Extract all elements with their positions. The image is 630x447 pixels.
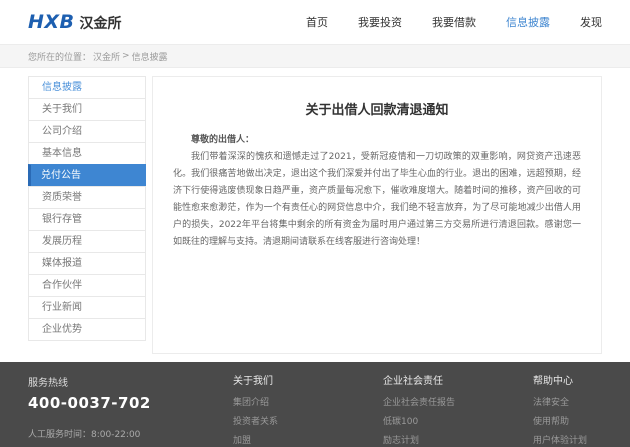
article-paragraph: 我们带着深深的愧疚和遗憾走过了2021，受新冠疫情和一刀切政策的双重影响，网贷资…	[173, 149, 581, 251]
footer-link-group-intro[interactable]: 集团介绍	[233, 395, 383, 408]
footer-column-csr: 企业社会责任 企业社会责任报告 低碳100 励志计划	[383, 372, 533, 447]
nav-item-discover[interactable]: 发现	[580, 14, 602, 30]
logo[interactable]: HXB 汉金所	[28, 11, 122, 33]
footer-link-csr-report[interactable]: 企业社会责任报告	[383, 395, 533, 408]
sidebar: 信息披露 关于我们 公司介绍 基本信息 兑付公告 资质荣誉 银行存管 发展历程 …	[28, 76, 146, 354]
sidebar-item-disclosure[interactable]: 信息披露	[28, 76, 146, 99]
footer-link-low-carbon[interactable]: 低碳100	[383, 414, 533, 427]
sidebar-item-history[interactable]: 发展历程	[28, 230, 146, 253]
sidebar-item-bank-depository[interactable]: 银行存管	[28, 208, 146, 231]
footer-column-title: 关于我们	[233, 372, 383, 387]
service-time: 人工服务时间：8:00-22:00	[28, 427, 203, 440]
footer: 服务热线 400-0037-702 人工服务时间：8:00-22:00 关于我们…	[0, 362, 630, 447]
footer-column-about: 关于我们 集团介绍 投资者关系 加盟	[233, 372, 383, 447]
article-panel: 关于出借人回款清退通知 尊敬的出借人： 我们带着深深的愧疚和遗憾走过了2021，…	[152, 76, 602, 354]
footer-column-title: 帮助中心	[533, 372, 630, 387]
nav-item-invest[interactable]: 我要投资	[358, 14, 402, 30]
sidebar-item-media[interactable]: 媒体报道	[28, 252, 146, 275]
nav-item-borrow[interactable]: 我要借款	[432, 14, 476, 30]
footer-column-help: 帮助中心 法律安全 使用帮助 用户体验计划	[533, 372, 630, 447]
main-nav: 首页 我要投资 我要借款 信息披露 发现	[306, 14, 602, 30]
article-title: 关于出借人回款清退通知	[173, 99, 581, 118]
breadcrumb: 您所在的位置： 汉金所 > 信息披露	[0, 44, 630, 68]
nav-item-home[interactable]: 首页	[306, 14, 328, 30]
footer-link-inspiration-plan[interactable]: 励志计划	[383, 433, 533, 446]
sidebar-item-partners[interactable]: 合作伙伴	[28, 274, 146, 297]
footer-link-ux-plan[interactable]: 用户体验计划	[533, 433, 630, 446]
main-content: 信息披露 关于我们 公司介绍 基本信息 兑付公告 资质荣誉 银行存管 发展历程 …	[0, 68, 630, 364]
footer-columns: 关于我们 集团介绍 投资者关系 加盟 企业社会责任 企业社会责任报告 低碳100…	[203, 372, 630, 447]
footer-link-investor-relations[interactable]: 投资者关系	[233, 414, 383, 427]
sidebar-item-industry-news[interactable]: 行业新闻	[28, 296, 146, 319]
sidebar-item-basic-info[interactable]: 基本信息	[28, 142, 146, 165]
logo-text-en: HXB	[28, 11, 75, 33]
header: HXB 汉金所 首页 我要投资 我要借款 信息披露 发现	[0, 0, 630, 44]
footer-link-join[interactable]: 加盟	[233, 433, 383, 446]
sidebar-item-about[interactable]: 关于我们	[28, 98, 146, 121]
sidebar-item-payment-notice[interactable]: 兑付公告	[28, 164, 146, 187]
footer-hotline: 服务热线 400-0037-702 人工服务时间：8:00-22:00	[28, 372, 203, 447]
breadcrumb-prefix: 您所在的位置：	[28, 50, 91, 63]
sidebar-item-advantages[interactable]: 企业优势	[28, 318, 146, 341]
article-body: 尊敬的出借人： 我们带着深深的愧疚和遗憾走过了2021，受新冠疫情和一刀切政策的…	[173, 132, 581, 251]
breadcrumb-separator: >	[122, 51, 130, 61]
article-greeting: 尊敬的出借人：	[173, 132, 581, 149]
breadcrumb-current: 信息披露	[132, 50, 168, 63]
footer-column-title: 企业社会责任	[383, 372, 533, 387]
sidebar-item-company-intro[interactable]: 公司介绍	[28, 120, 146, 143]
footer-link-usage-help[interactable]: 使用帮助	[533, 414, 630, 427]
breadcrumb-site-link[interactable]: 汉金所	[93, 50, 120, 63]
footer-link-legal-safety[interactable]: 法律安全	[533, 395, 630, 408]
nav-item-disclosure[interactable]: 信息披露	[506, 14, 550, 30]
logo-text-cn: 汉金所	[80, 13, 122, 33]
hotline-number: 400-0037-702	[28, 394, 203, 412]
hotline-label: 服务热线	[28, 374, 203, 389]
sidebar-item-honors[interactable]: 资质荣誉	[28, 186, 146, 209]
